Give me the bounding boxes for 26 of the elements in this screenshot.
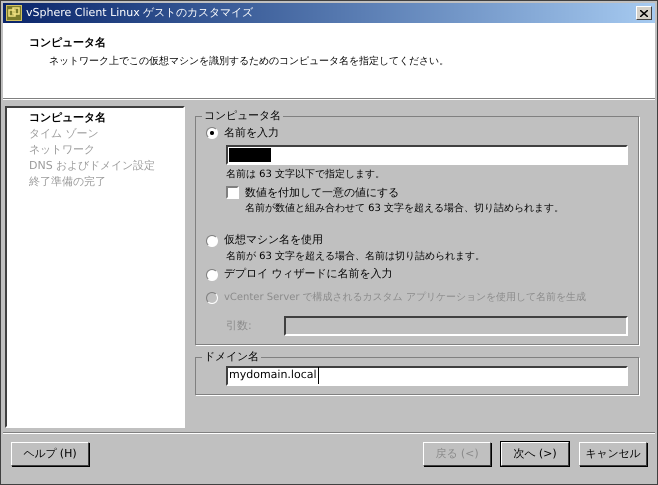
field-hint: 名前は 63 文字以下で指定します。 bbox=[226, 168, 386, 182]
checkbox-note: 名前が数値と組み合わせて 63 文字を超える場合、切り詰められます。 bbox=[245, 202, 566, 216]
radio-label: 名前を入力 bbox=[224, 124, 279, 141]
checkbox-label: 数値を付加して一意の値にする bbox=[245, 184, 399, 200]
window-title: vSphere Client Linux ゲストのカスタマイズ bbox=[26, 4, 254, 21]
radio-button[interactable] bbox=[206, 234, 218, 246]
page-title: コンピュータ名 bbox=[29, 35, 107, 51]
radio-label: 仮想マシン名を使用 bbox=[224, 232, 323, 248]
checkbox[interactable] bbox=[226, 186, 239, 200]
name-input-field[interactable] bbox=[226, 144, 628, 164]
group-label: ドメイン名 bbox=[203, 349, 260, 365]
step-item[interactable]: コンピュータ名 bbox=[29, 110, 183, 126]
dialog-button[interactable]: 次へ (>) bbox=[501, 442, 569, 466]
radio-button[interactable] bbox=[206, 127, 218, 139]
close-icon bbox=[640, 10, 648, 16]
app-logo-icon bbox=[6, 5, 22, 21]
dialog-button[interactable]: キャンセル bbox=[579, 442, 647, 466]
input-value: mydomain.local bbox=[229, 367, 319, 384]
radio-label: デプロイ ウィザードに名前を入力 bbox=[224, 266, 392, 282]
close-button[interactable] bbox=[636, 6, 652, 20]
option-note: 名前が 63 文字を超える場合、名前は切り詰められます。 bbox=[226, 250, 486, 264]
radio-button[interactable] bbox=[206, 268, 218, 280]
domain-input-field[interactable]: mydomain.local bbox=[226, 366, 628, 386]
group-label: コンピュータ名 bbox=[203, 108, 282, 124]
dialog-button[interactable]: ヘルプ (H) bbox=[11, 442, 89, 466]
page-description: ネットワーク上でこの仮想マシンを識別するためのコンピュータ名を指定してください。 bbox=[48, 54, 450, 68]
